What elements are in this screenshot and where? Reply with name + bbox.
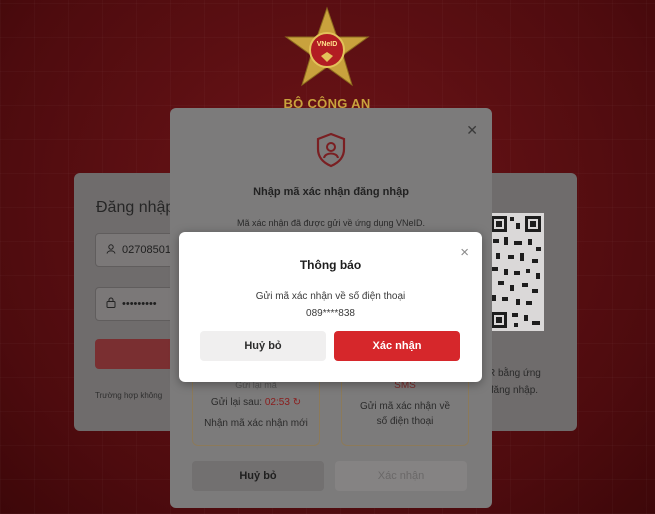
lock-icon bbox=[106, 297, 116, 311]
dialog-message-line1: Gửi mã xác nhận về số điện thoại bbox=[255, 291, 406, 302]
qr-instruction-line1: R bằng ứng bbox=[488, 368, 541, 379]
password-mask: ••••••••• bbox=[122, 298, 157, 310]
refresh-icon: ↻ bbox=[292, 397, 302, 408]
login-help-text: Trường hợp không bbox=[95, 391, 163, 400]
notification-dialog: × Thông báo Gửi mã xác nhận về số điện t… bbox=[179, 232, 482, 382]
id-value: 02708501 bbox=[122, 244, 171, 256]
resend-time: 02:53 bbox=[264, 397, 290, 408]
otp-confirm-button[interactable]: Xác nhận bbox=[335, 461, 467, 491]
login-title: Đăng nhập bbox=[96, 199, 175, 216]
receive-new-code: Nhận mã xác nhận mới bbox=[204, 418, 308, 429]
shield-user-icon bbox=[316, 132, 346, 168]
qr-code bbox=[488, 213, 544, 331]
resend-prefix: Gửi lại sau: bbox=[210, 397, 263, 408]
otp-modal-description: Mã xác nhận đã được gửi về ứng dụng VNeI… bbox=[236, 218, 426, 228]
dialog-title: Thông báo bbox=[299, 258, 362, 272]
sms-option[interactable]: SMS Gửi mã xác nhận về số điện thoại bbox=[341, 374, 469, 446]
resend-countdown: Gửi lại sau: 02:53 ↻ bbox=[193, 397, 319, 408]
sms-description-line1: Gửi mã xác nhận về bbox=[359, 401, 451, 412]
svg-text:VNeID: VNeID bbox=[317, 41, 338, 48]
police-emblem-logo: VNeID bbox=[284, 6, 370, 87]
qr-instruction-line2: đăng nhập. bbox=[488, 385, 539, 396]
dialog-message: Gửi mã xác nhận về số điện thoại 089****… bbox=[179, 288, 482, 322]
resend-option[interactable]: Gửi lại mã Gửi lại sau: 02:53 ↻ Nhận mã … bbox=[192, 374, 320, 446]
qr-instruction: R bằng ứng đăng nhập. bbox=[488, 365, 541, 399]
otp-modal-title: Nhập mã xác nhận đăng nhập bbox=[253, 186, 409, 198]
sms-description-line2: số điện thoại bbox=[376, 416, 434, 427]
user-icon bbox=[106, 243, 116, 257]
dialog-confirm-button[interactable]: Xác nhận bbox=[334, 331, 460, 361]
otp-modal-close-icon[interactable]: ✕ bbox=[466, 122, 478, 139]
dialog-cancel-button[interactable]: Huỷ bỏ bbox=[200, 331, 326, 361]
otp-cancel-button[interactable]: Huỷ bỏ bbox=[192, 461, 324, 491]
sms-description: Gửi mã xác nhận về số điện thoại bbox=[342, 399, 468, 429]
dialog-phone-number: 089****838 bbox=[306, 308, 355, 319]
